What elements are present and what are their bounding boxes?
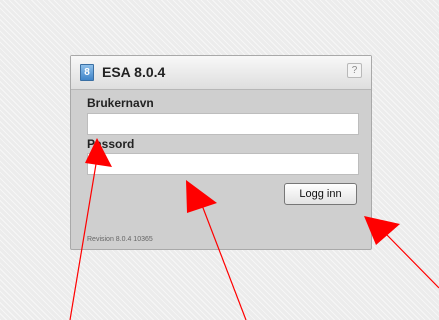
arrow-shaft-login [384,232,439,289]
arrow-head-login [364,216,400,245]
annotation-arrows [69,138,439,320]
arrow-head-password [186,180,217,213]
arrow-shaft-username [69,157,98,320]
arrow-shaft-password [199,199,247,320]
arrow-head-username [85,138,112,167]
